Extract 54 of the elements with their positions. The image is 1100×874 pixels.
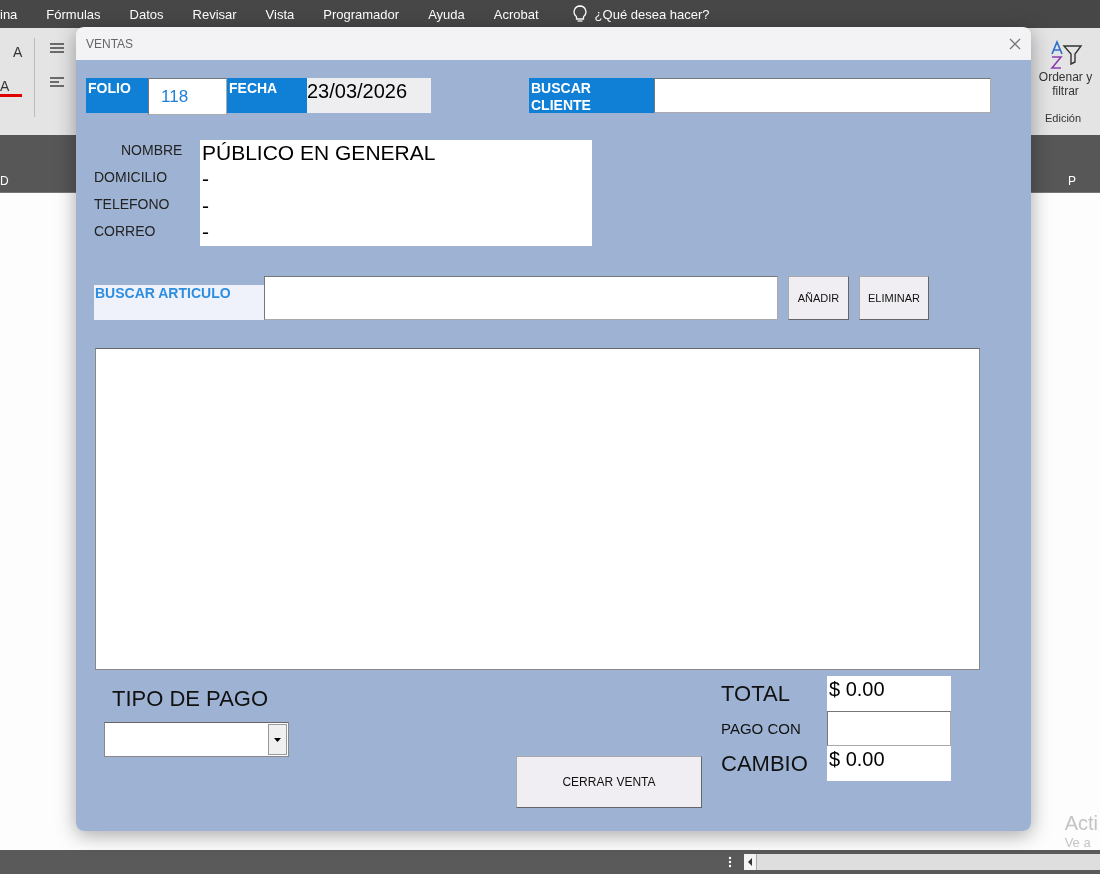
menu-item[interactable]: Fórmulas: [46, 6, 115, 22]
amount-value: $ 0.00: [827, 746, 951, 781]
search-customer-field[interactable]: [654, 78, 991, 113]
payment-label: PAGO CON: [721, 720, 802, 737]
action-button[interactable]: AÑADIR: [788, 276, 849, 320]
field-value: PÚBLICO EN GENERAL: [202, 141, 437, 166]
search-item-field[interactable]: [264, 276, 778, 320]
menu-item[interactable]: ina: [0, 6, 32, 22]
search-customer-label: BUSCAR CLIENTE: [529, 78, 654, 113]
lightbulb-icon: [572, 5, 587, 23]
group-label: Edición: [1044, 112, 1083, 124]
field-label: TELEFONO: [94, 195, 171, 214]
date-value: 23/03/2026: [307, 78, 431, 113]
field-label: CORREO: [94, 222, 157, 241]
menu-item[interactable]: Revisar: [192, 6, 251, 22]
amount-value: $ 0.00: [827, 676, 951, 711]
folio-label: FOLIO: [86, 78, 148, 113]
menu-item[interactable]: Ayuda: [428, 6, 479, 22]
field-value: -: [202, 167, 210, 193]
activation-notice: Ve a: [1064, 835, 1092, 850]
menu-item[interactable]: Vista: [265, 6, 309, 22]
field-value: -: [202, 193, 210, 219]
payment-type-label: TIPO DE PAGO: [112, 686, 270, 712]
search-item-label: BUSCAR ARTICULO: [94, 285, 264, 320]
font-size-button[interactable]: A: [0, 44, 23, 60]
font-color-button[interactable]: A: [0, 78, 23, 97]
menu-item[interactable]: Programador: [323, 6, 414, 22]
total-label: CAMBIO: [721, 750, 809, 777]
folio-field[interactable]: 118: [148, 78, 227, 115]
field-label: NOMBRE: [120, 141, 184, 160]
payment-type-dropdown[interactable]: [104, 722, 289, 757]
sort-filter-icon[interactable]: [1048, 40, 1083, 70]
action-button[interactable]: ELIMINAR: [859, 276, 929, 320]
menu-item[interactable]: Datos: [129, 6, 178, 22]
column-header[interactable]: P: [1068, 174, 1076, 188]
align-left-icon[interactable]: [49, 76, 66, 88]
more-icon[interactable]: [728, 856, 732, 868]
caret-icon: [274, 737, 281, 742]
tell-me-search[interactable]: ¿Qué desea hacer?: [594, 6, 710, 22]
align-icon[interactable]: [49, 42, 66, 54]
dialog-title: VENTAS: [86, 36, 134, 51]
close-sale-button[interactable]: CERRAR VENTA: [516, 756, 702, 808]
sort-filter-button[interactable]: Ordenar y filtrar: [1038, 70, 1093, 98]
field-value: -: [202, 219, 210, 245]
horizontal-scrollbar[interactable]: [744, 854, 1100, 870]
menu-item[interactable]: Acrobat: [493, 6, 553, 22]
payment-amount-field[interactable]: [827, 711, 951, 746]
scroll-left-icon[interactable]: [744, 854, 757, 870]
close-icon[interactable]: [1009, 37, 1021, 50]
activation-notice: Acti: [1064, 812, 1098, 835]
field-label: DOMICILIO: [94, 168, 169, 187]
total-label: TOTAL: [721, 680, 791, 707]
date-label: FECHA: [227, 78, 307, 113]
column-header[interactable]: D: [0, 174, 9, 188]
